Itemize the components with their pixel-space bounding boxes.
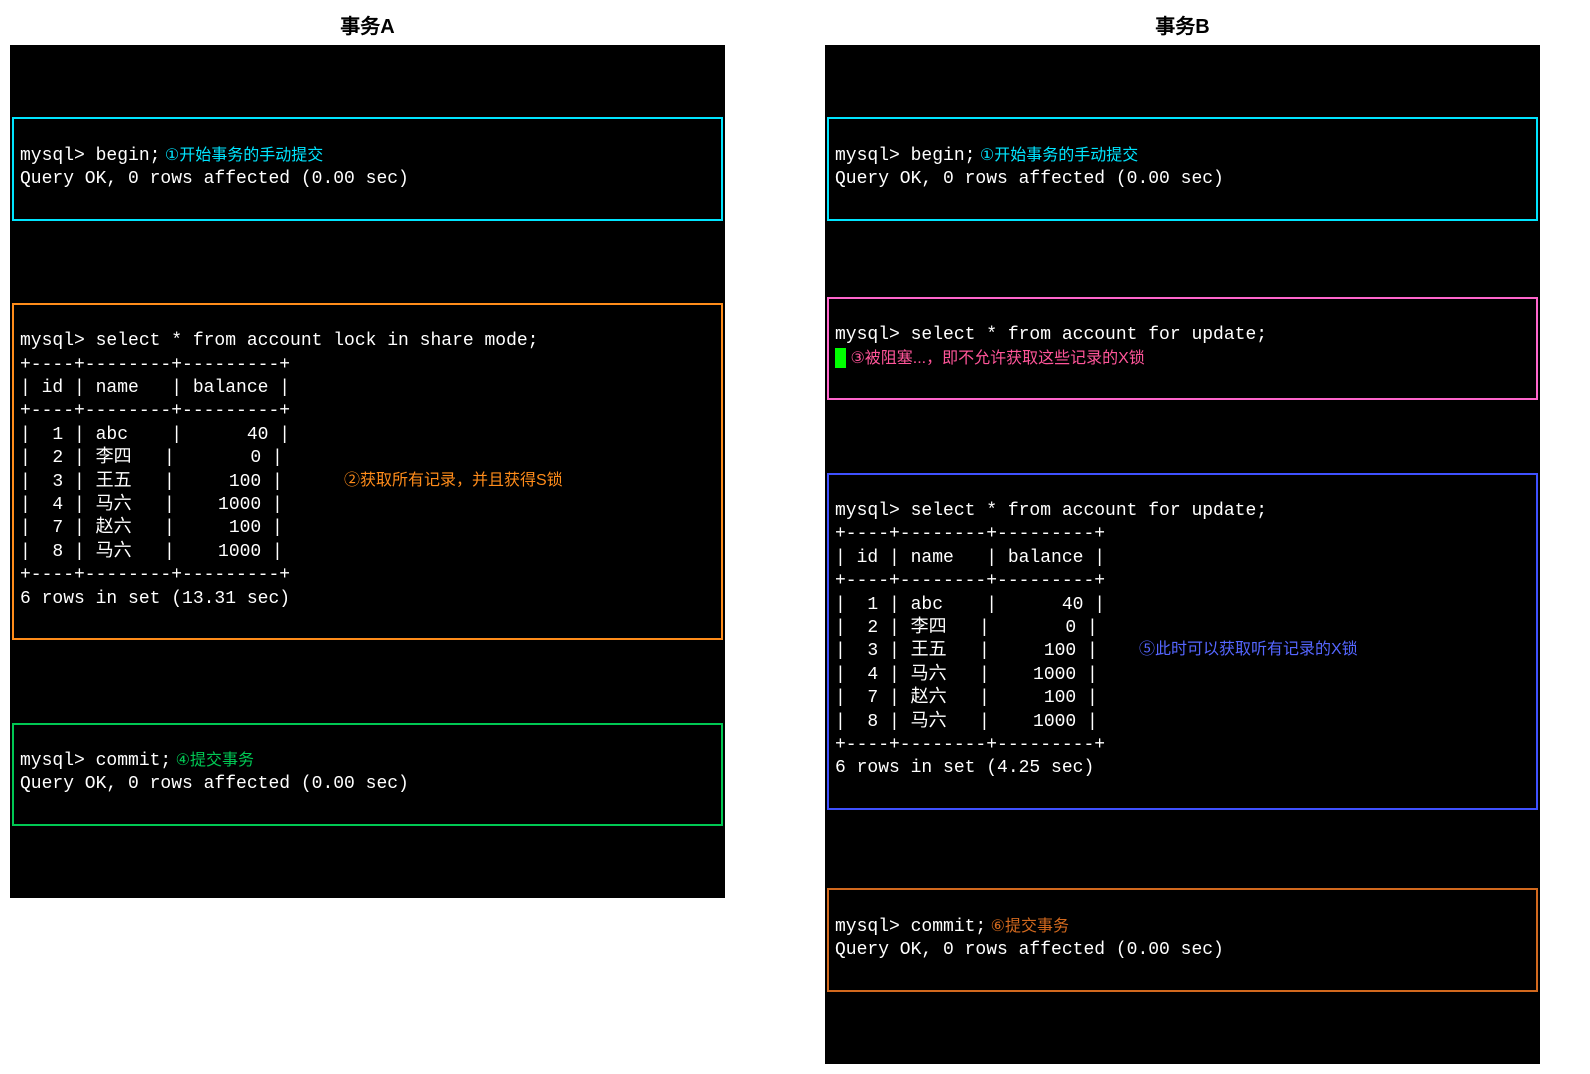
table-row: | 4 | 马六 | 1000 | <box>20 495 283 515</box>
result-text: Query OK, 0 rows affected (0.00 sec) <box>835 169 1224 189</box>
select-note: ⑤此时可以获取听有记录的X锁 <box>1139 640 1358 661</box>
terminal-b: mysql> begin; ①开始事务的手动提交 Query OK, 0 row… <box>825 45 1540 1064</box>
query-text: mysql> select * from account lock in sha… <box>20 331 538 351</box>
table-row: | 1 | abc | 40 | <box>835 595 1105 615</box>
table-row: | 3 | 王五 | 100 | <box>20 472 283 492</box>
txn-b-commit-block: mysql> commit; ⑥提交事务 Query OK, 0 rows af… <box>827 888 1538 992</box>
table-row: | 3 | 王五 | 100 | <box>835 641 1098 661</box>
begin-note: ①开始事务的手动提交 <box>975 147 1138 164</box>
commit-note: ④提交事务 <box>171 752 254 769</box>
prompt-text: mysql> begin; <box>835 146 975 166</box>
table-row: | 4 | 马六 | 1000 | <box>835 665 1098 685</box>
table-row: | 2 | 李四 | 0 | <box>835 618 1098 638</box>
commit-note: ⑥提交事务 <box>986 918 1069 935</box>
cursor-icon <box>835 348 846 368</box>
table-header: | id | name | balance | <box>835 548 1105 568</box>
table-row: | 1 | abc | 40 | <box>20 425 290 445</box>
txn-b-title: 事务B <box>825 10 1540 39</box>
table-sep: +----+--------+---------+ <box>835 571 1105 591</box>
table-sep: +----+--------+---------+ <box>20 565 290 585</box>
table-sep: +----+--------+---------+ <box>835 524 1105 544</box>
table-row: | 2 | 李四 | 0 | <box>20 448 283 468</box>
txn-b-select-block: mysql> select * from account for update;… <box>827 473 1538 810</box>
prompt-text: mysql> begin; <box>20 146 160 166</box>
blocked-note: ③被阻塞...，即不允许获取这些记录的X锁 <box>846 350 1145 367</box>
query-text: mysql> select * from account for update; <box>835 325 1267 345</box>
txn-b-blocked-block: mysql> select * from account for update;… <box>827 297 1538 401</box>
table-sep: +----+--------+---------+ <box>835 735 1105 755</box>
prompt-text: mysql> commit; <box>835 917 986 937</box>
terminal-a: mysql> begin; ①开始事务的手动提交 Query OK, 0 row… <box>10 45 725 898</box>
transaction-b: 事务B mysql> begin; ①开始事务的手动提交 Query OK, 0… <box>825 10 1540 1064</box>
select-note: ②获取所有记录，并且获得S锁 <box>344 471 563 492</box>
txn-b-begin-block: mysql> begin; ①开始事务的手动提交 Query OK, 0 row… <box>827 117 1538 221</box>
txn-a-title: 事务A <box>10 10 725 39</box>
result-footer: 6 rows in set (4.25 sec) <box>835 758 1094 778</box>
begin-note: ①开始事务的手动提交 <box>160 147 323 164</box>
query-text: mysql> select * from account for update; <box>835 501 1267 521</box>
table-row: | 8 | 马六 | 1000 | <box>835 712 1098 732</box>
prompt-text: mysql> commit; <box>20 751 171 771</box>
table-sep: +----+--------+---------+ <box>20 401 290 421</box>
txn-a-commit-block: mysql> commit; ④提交事务 Query OK, 0 rows af… <box>12 723 723 827</box>
result-text: Query OK, 0 rows affected (0.00 sec) <box>20 169 409 189</box>
table-row: | 7 | 赵六 | 100 | <box>835 688 1098 708</box>
transaction-a: 事务A mysql> begin; ①开始事务的手动提交 Query OK, 0… <box>10 10 725 898</box>
txn-a-begin-block: mysql> begin; ①开始事务的手动提交 Query OK, 0 row… <box>12 117 723 221</box>
table-row: | 8 | 马六 | 1000 | <box>20 542 283 562</box>
table-header: | id | name | balance | <box>20 378 290 398</box>
result-text: Query OK, 0 rows affected (0.00 sec) <box>20 774 409 794</box>
txn-a-select-block: mysql> select * from account lock in sha… <box>12 303 723 640</box>
table-sep: +----+--------+---------+ <box>20 355 290 375</box>
result-footer: 6 rows in set (13.31 sec) <box>20 589 290 609</box>
table-row: | 7 | 赵六 | 100 | <box>20 518 283 538</box>
result-text: Query OK, 0 rows affected (0.00 sec) <box>835 940 1224 960</box>
